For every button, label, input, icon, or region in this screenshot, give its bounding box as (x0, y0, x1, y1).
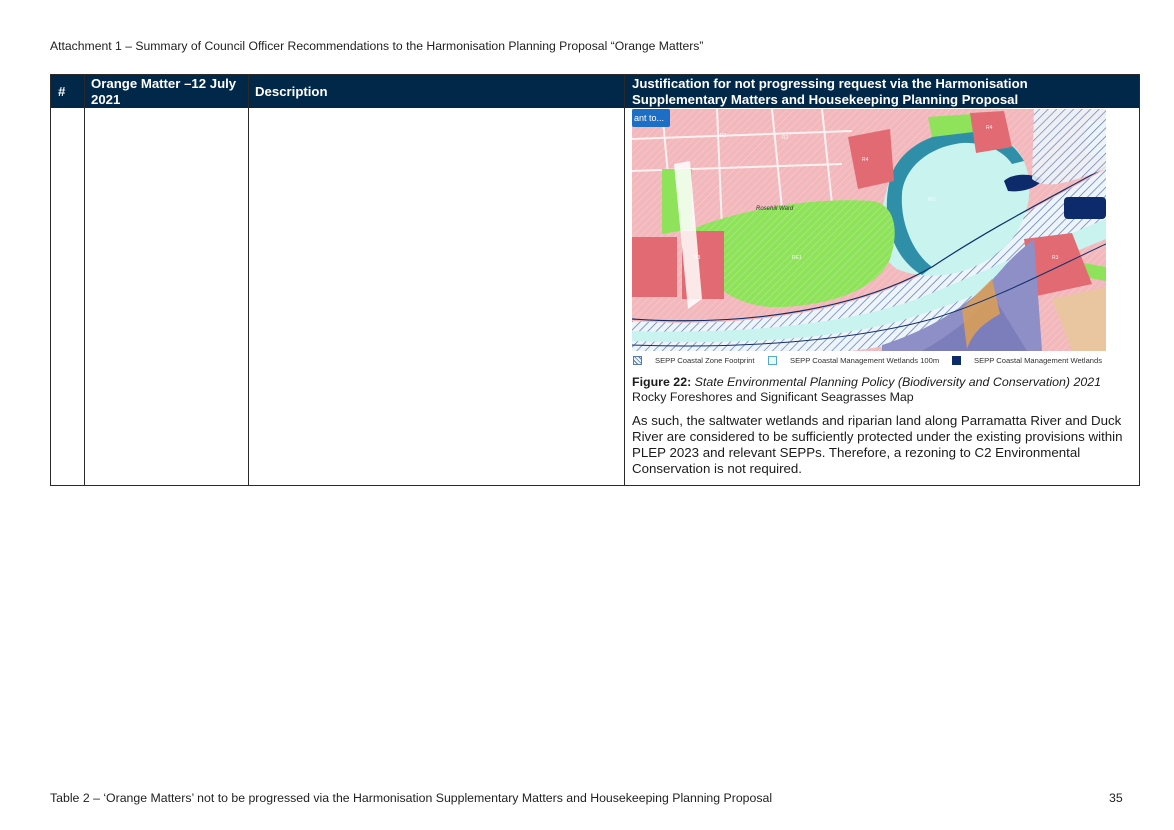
svg-text:RE1: RE1 (792, 255, 802, 261)
coastal-wetlands-map: R3 R2 R4 RE1 R3 W1 R4 R3 ant to... Rosehill … (632, 109, 1106, 369)
document-header: Attachment 1 – Summary of Council Office… (50, 39, 704, 53)
table-header-row: # Orange Matter –12 July 2021 Descriptio… (51, 75, 1139, 108)
page-number: 35 (1109, 791, 1123, 805)
legend-label: SEPP Coastal Zone Footprint (655, 355, 755, 365)
column-header-description: Description (255, 83, 328, 99)
column-header-justification: Justification for not progressing reques… (632, 75, 1028, 107)
svg-text:R4: R4 (986, 125, 993, 131)
column-header-number: # (58, 83, 66, 99)
svg-text:R3: R3 (1052, 255, 1059, 261)
svg-text:W1: W1 (928, 197, 936, 203)
legend-item-wetlands-buffer: SEPP Coastal Management Wetlands 100m (768, 353, 939, 367)
table-caption: Table 2 – ‘Orange Matters’ not to be pro… (50, 791, 773, 805)
column-divider (624, 75, 625, 485)
light-swatch-icon (768, 355, 777, 365)
map-area-label: Rosehill Ward (756, 206, 794, 212)
svg-text:R2: R2 (782, 135, 789, 141)
figure-caption-subtitle: Rocky Foreshores and Significant Seagras… (632, 390, 914, 404)
legend-label: SEPP Coastal Management Wetlands 100m (790, 355, 940, 365)
map-tool-button-label[interactable]: ant to... (634, 113, 664, 123)
figure-caption-title: State Environmental Planning Policy (Bio… (694, 375, 1102, 389)
figure-caption: Figure 22: State Environmental Planning … (632, 375, 1127, 405)
coastal-wetlands-map-figure: R3 R2 R4 RE1 R3 W1 R4 R3 ant to... Rosehill … (632, 109, 1106, 369)
svg-text:R3: R3 (720, 133, 727, 139)
column-divider (248, 75, 249, 485)
justification-paragraph: As such, the saltwater wetlands and ripa… (632, 413, 1123, 476)
column-header-orange-matter: Orange Matter –12 July 2021 (91, 75, 237, 107)
svg-text:R4: R4 (862, 157, 869, 163)
figure-caption-label: Figure 22: (632, 375, 692, 389)
recommendations-table: # Orange Matter –12 July 2021 Descriptio… (50, 74, 1140, 486)
hatched-swatch-icon (633, 355, 642, 365)
legend-label: SEPP Coastal Management Wetlands (974, 355, 1103, 365)
legend-item-wetlands: SEPP Coastal Management Wetlands (952, 353, 1102, 367)
column-divider (84, 75, 85, 485)
legend-item-coastal-zone: SEPP Coastal Zone Footprint (633, 353, 754, 367)
dark-swatch-icon (952, 355, 961, 365)
svg-text:R3: R3 (694, 255, 701, 261)
